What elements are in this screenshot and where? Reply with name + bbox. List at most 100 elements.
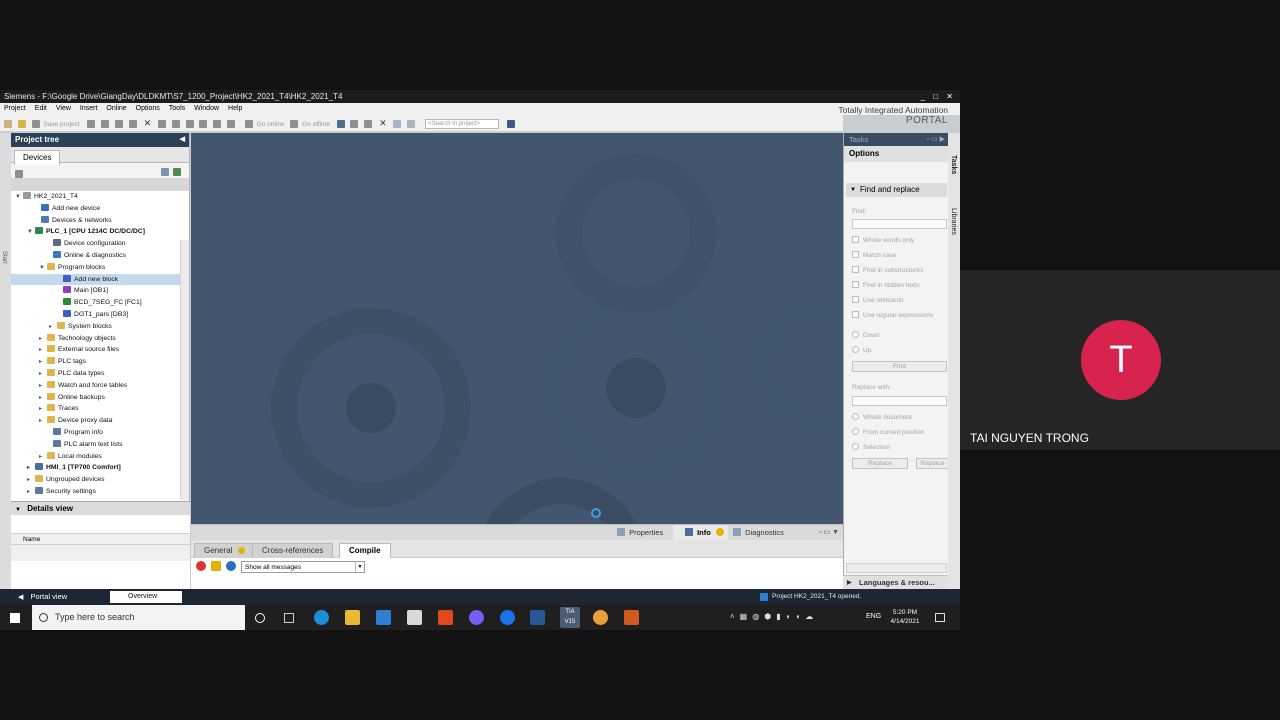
task-view-icon[interactable] bbox=[284, 613, 294, 623]
close-icon[interactable]: ✕ bbox=[379, 118, 387, 128]
tree-refresh-icon[interactable] bbox=[173, 168, 181, 176]
portal-view-button[interactable]: ◀ Portal view bbox=[18, 589, 67, 606]
tab-properties[interactable]: Properties bbox=[605, 525, 663, 541]
copy-icon[interactable] bbox=[115, 120, 124, 129]
delete-icon[interactable]: ✕ bbox=[144, 118, 152, 128]
menu-item-help[interactable]: Help bbox=[228, 105, 242, 112]
inspector-window-controls[interactable]: ▫ ▭ ▼ bbox=[819, 525, 839, 541]
side-tab-tasks[interactable]: Tasks bbox=[950, 155, 957, 174]
tree-item[interactable]: ▸ Traces bbox=[11, 403, 189, 415]
tree-item[interactable]: ▸ PLC tags bbox=[11, 356, 189, 368]
go-online-icon[interactable] bbox=[244, 120, 253, 129]
taskbar-clock[interactable]: 5:20 PM 4/14/2021 bbox=[885, 608, 925, 626]
scope-option-1[interactable]: From current position bbox=[852, 428, 924, 436]
direction-option-1[interactable]: Up bbox=[852, 346, 871, 354]
tree-grid-icon[interactable] bbox=[15, 169, 23, 178]
find-button[interactable]: Find bbox=[852, 361, 947, 372]
find-option-4[interactable]: Use wildcards bbox=[852, 296, 903, 304]
zalo-icon[interactable] bbox=[500, 610, 515, 625]
menu-item-view[interactable]: View bbox=[56, 105, 71, 112]
replace-all-button[interactable]: Replace bbox=[916, 458, 949, 469]
store-icon[interactable] bbox=[407, 610, 422, 625]
find-option-2[interactable]: Find in substructures bbox=[852, 266, 923, 274]
tree-item[interactable]: ▼ HK2_2021_T4 bbox=[11, 191, 189, 203]
tree-item[interactable]: Online & diagnostics bbox=[11, 250, 189, 262]
upload-icon[interactable] bbox=[213, 120, 222, 129]
tree-item[interactable]: ▸ System blocks bbox=[11, 321, 189, 333]
start-cpu-icon[interactable] bbox=[350, 120, 359, 129]
menu-item-tools[interactable]: Tools bbox=[169, 105, 185, 112]
tree-item[interactable]: ▸ External source files bbox=[11, 344, 189, 356]
participant-tile[interactable]: T TAI NGUYEN TRONG bbox=[960, 270, 1280, 450]
tree-item[interactable]: BCD_7SEG_FC [FC1] bbox=[11, 297, 189, 309]
tree-item[interactable]: Main [OB1] bbox=[11, 285, 189, 297]
find-option-5[interactable]: Use regular expressions bbox=[852, 311, 933, 319]
tree-item[interactable]: Device configuration bbox=[11, 238, 189, 250]
tia-portal-icon[interactable]: TIA V15 bbox=[560, 607, 580, 628]
languages-resources-header[interactable]: ▶ Languages & resou... bbox=[843, 575, 948, 589]
tree-view-icon[interactable] bbox=[161, 168, 169, 176]
word-icon[interactable] bbox=[530, 610, 545, 625]
stop-cpu-icon[interactable] bbox=[364, 120, 373, 129]
tab-info[interactable]: Info bbox=[673, 525, 728, 541]
tree-item[interactable]: ▸ Watch and force tables bbox=[11, 380, 189, 392]
split-vertical-icon[interactable] bbox=[407, 120, 416, 129]
menu-item-insert[interactable]: Insert bbox=[80, 105, 98, 112]
scope-option-2[interactable]: Selection bbox=[852, 443, 890, 451]
tree-item[interactable]: ▸ Device proxy data bbox=[11, 415, 189, 427]
horizontal-scrollbar[interactable] bbox=[846, 563, 947, 573]
tree-item[interactable]: Add new device bbox=[11, 203, 189, 215]
matlab-icon[interactable] bbox=[624, 610, 639, 625]
message-filter-select[interactable]: Show all messages ▼ bbox=[241, 561, 365, 573]
menu-item-project[interactable]: Project bbox=[4, 105, 26, 112]
cortana-icon[interactable] bbox=[255, 613, 265, 623]
taskbar-search-input[interactable]: Type here to search bbox=[32, 605, 245, 630]
search-go-icon[interactable] bbox=[506, 120, 515, 129]
accessible-devices-icon[interactable] bbox=[336, 120, 345, 129]
find-option-0[interactable]: Whole words only bbox=[852, 236, 914, 244]
open-project-icon[interactable] bbox=[17, 120, 26, 129]
notification-icon[interactable] bbox=[935, 613, 945, 622]
tree-item[interactable]: ▸ Security settings bbox=[11, 486, 189, 498]
error-filter-icon[interactable] bbox=[196, 561, 206, 571]
windows-start-icon[interactable] bbox=[10, 613, 20, 623]
tree-item[interactable]: DGT1_pars [DB3] bbox=[11, 309, 189, 321]
find-option-3[interactable]: Find in hidden texts bbox=[852, 281, 919, 289]
find-replace-header[interactable]: ▼ Find and replace bbox=[846, 183, 947, 197]
tree-item[interactable]: ▸ Technology objects bbox=[11, 333, 189, 345]
language-indicator[interactable]: ENG bbox=[866, 613, 881, 620]
find-input[interactable] bbox=[852, 219, 947, 229]
side-tab-libraries[interactable]: Libraries bbox=[950, 208, 957, 235]
info-filter-icon[interactable] bbox=[226, 561, 236, 571]
tree-item[interactable]: ▸ HMI_1 [TP700 Comfort] bbox=[11, 462, 189, 474]
save-project-button[interactable]: Save project bbox=[43, 121, 79, 128]
replace-input[interactable] bbox=[852, 396, 947, 406]
new-project-icon[interactable] bbox=[4, 120, 12, 129]
save-icon[interactable] bbox=[31, 120, 40, 129]
redo-icon[interactable] bbox=[171, 120, 180, 129]
tree-item[interactable]: Add new block bbox=[11, 273, 189, 286]
tree-scrollbar[interactable] bbox=[180, 240, 189, 500]
go-offline-button[interactable]: Go offline bbox=[302, 121, 330, 128]
menu-item-window[interactable]: Window bbox=[194, 105, 219, 112]
start-strip[interactable]: Start bbox=[0, 133, 11, 589]
menu-item-online[interactable]: Online bbox=[106, 105, 126, 112]
tree-item[interactable]: Devices & networks bbox=[11, 215, 189, 227]
subtab-compile[interactable]: Compile bbox=[339, 543, 391, 558]
tab-diagnostics[interactable]: Diagnostics bbox=[721, 525, 784, 541]
go-online-button[interactable]: Go online bbox=[257, 121, 285, 128]
menu-item-options[interactable]: Options bbox=[136, 105, 160, 112]
direction-option-0[interactable]: Down bbox=[852, 331, 880, 339]
paste-icon[interactable] bbox=[128, 120, 137, 129]
download-icon[interactable] bbox=[199, 120, 208, 129]
details-column-name[interactable]: Name bbox=[11, 533, 190, 545]
tree-item[interactable]: ▸ Ungrouped devices bbox=[11, 474, 189, 486]
tree-item[interactable]: ▸ Online backups bbox=[11, 392, 189, 404]
mail-icon[interactable] bbox=[376, 610, 391, 625]
replace-button[interactable]: Replace bbox=[852, 458, 908, 469]
project-search-input[interactable]: <Search in project> bbox=[425, 119, 500, 130]
file-explorer-icon[interactable] bbox=[345, 610, 360, 625]
workspace-area[interactable] bbox=[191, 133, 843, 524]
go-offline-icon[interactable] bbox=[290, 120, 299, 129]
tree-item[interactable]: Program info bbox=[11, 427, 189, 439]
